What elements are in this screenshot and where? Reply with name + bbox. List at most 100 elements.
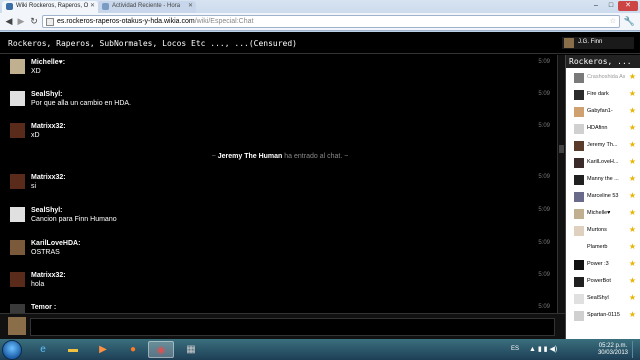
user-list-item[interactable]: Marceline 53 ★ bbox=[566, 190, 640, 207]
star-icon: ★ bbox=[628, 174, 636, 183]
star-icon: ★ bbox=[628, 140, 636, 149]
address-bar[interactable]: es.rockeros-raperos-otakus-y-hda.wikia.c… bbox=[42, 15, 620, 28]
user-name: Power :3 bbox=[587, 261, 609, 267]
user-list-item[interactable]: PowerBot ★ bbox=[566, 275, 640, 292]
tab-close-icon[interactable]: ✕ bbox=[90, 2, 95, 9]
scrollbar-thumb[interactable] bbox=[559, 145, 564, 153]
avatar[interactable] bbox=[10, 304, 25, 313]
user-name: Plamerb bbox=[587, 244, 608, 250]
user-name: Crashoshida Assasins bbox=[587, 74, 625, 80]
avatar bbox=[574, 107, 584, 117]
user-name: SealShyl bbox=[587, 295, 609, 301]
bookmark-star-icon[interactable]: ☆ bbox=[610, 16, 616, 28]
user-list-item[interactable]: Spartan-0115 ★ bbox=[566, 309, 640, 326]
message-user[interactable]: SealShyl: bbox=[31, 207, 63, 214]
star-icon: ★ bbox=[628, 242, 636, 251]
user-list-item[interactable]: Plamerb ★ bbox=[566, 241, 640, 258]
message-time: 5:09 bbox=[538, 240, 550, 246]
tab-wiki-chat[interactable]: Wiki Rockeros, Raperos, O ✕ bbox=[2, 1, 98, 13]
message-scrollbar[interactable] bbox=[557, 55, 565, 313]
avatar bbox=[8, 317, 26, 335]
show-desktop-button[interactable] bbox=[632, 341, 636, 358]
message-user[interactable]: KarilLoveHDA: bbox=[31, 240, 80, 247]
url-path: /wiki/Especial:Chat bbox=[194, 18, 254, 25]
user-list-item[interactable]: KarilLoveH... ★ bbox=[566, 156, 640, 173]
message-user[interactable]: Matrixx32: bbox=[31, 174, 66, 181]
message-list: Michelle♥: XD 5:09 SealShyl: Por que all… bbox=[0, 55, 560, 313]
reload-icon[interactable]: ↻ bbox=[28, 16, 40, 28]
wrench-icon[interactable]: 🔧 bbox=[624, 16, 635, 27]
message-user[interactable]: Temor : bbox=[31, 304, 56, 311]
current-user[interactable]: J.G. Finn bbox=[562, 37, 634, 49]
avatar[interactable] bbox=[10, 59, 25, 74]
user-list-item[interactable]: Michelle♥ ★ bbox=[566, 207, 640, 224]
alert-text: ha entrado al chat. ~ bbox=[282, 153, 349, 160]
star-icon: ★ bbox=[628, 276, 636, 285]
user-name: Manny the ... bbox=[587, 176, 619, 182]
star-icon: ★ bbox=[628, 89, 636, 98]
start-button[interactable] bbox=[2, 340, 22, 360]
user-list-item[interactable]: Manny the ... ★ bbox=[566, 173, 640, 190]
back-icon[interactable]: ◀ bbox=[3, 16, 15, 28]
message-time: 5:09 bbox=[538, 59, 550, 65]
tab-close-icon[interactable]: ✕ bbox=[188, 2, 193, 9]
language-indicator[interactable]: ES bbox=[511, 346, 519, 352]
avatar bbox=[574, 209, 584, 219]
message-user[interactable]: Matrixx32: bbox=[31, 272, 66, 279]
folder-icon[interactable]: ▬ bbox=[60, 341, 86, 358]
avatar bbox=[574, 226, 584, 236]
forward-icon[interactable]: ▶ bbox=[15, 16, 27, 28]
message-user[interactable]: Matrixx32: bbox=[31, 123, 66, 130]
message-text: hola bbox=[31, 281, 45, 288]
alert-user[interactable]: Jeremy The Human bbox=[218, 153, 283, 160]
avatar[interactable] bbox=[10, 174, 25, 189]
chat-header: Rockeros, Raperos, SubNormales, Locos Et… bbox=[0, 32, 640, 54]
avatar bbox=[574, 243, 584, 253]
message-text: XD bbox=[31, 68, 41, 75]
avatar[interactable] bbox=[10, 240, 25, 255]
message-text: Cancion para Finn Humano bbox=[31, 216, 117, 223]
user-list-item[interactable]: Murtons ★ bbox=[566, 224, 640, 241]
media-player-icon[interactable]: ▶ bbox=[90, 341, 116, 358]
clock-date: 30/03/2013 bbox=[597, 350, 628, 356]
tray-icons[interactable]: ▲ ▮ ▮ ◀) bbox=[529, 345, 557, 353]
clock[interactable]: 05:22 p.m. 30/03/2013 bbox=[598, 343, 628, 357]
message-text: Por que alla un cambio en HDA. bbox=[31, 100, 131, 107]
minimize-button[interactable]: – bbox=[588, 1, 604, 11]
user-list-item[interactable]: Crashoshida Assasins★ bbox=[566, 71, 640, 88]
calculator-icon[interactable]: ▦ bbox=[178, 341, 204, 358]
user-list-item[interactable]: Jeremy Th... ★ bbox=[566, 139, 640, 156]
avatar[interactable] bbox=[10, 272, 25, 287]
user-name: Spartan-0115 bbox=[587, 312, 620, 318]
wikia-favicon-icon bbox=[102, 3, 109, 10]
internet-explorer-icon[interactable]: e bbox=[30, 341, 56, 358]
avatar bbox=[564, 38, 574, 48]
avatar bbox=[574, 90, 584, 100]
firefox-icon[interactable]: ● bbox=[120, 341, 146, 358]
message-user[interactable]: SealShyl: bbox=[31, 91, 63, 98]
avatar bbox=[574, 124, 584, 134]
avatar[interactable] bbox=[10, 123, 25, 138]
message-time: 5:09 bbox=[538, 174, 550, 180]
star-icon: ★ bbox=[628, 123, 636, 132]
close-button[interactable]: ✕ bbox=[618, 1, 638, 11]
avatar[interactable] bbox=[10, 91, 25, 106]
user-name: Jeremy Th... bbox=[587, 142, 618, 148]
avatar[interactable] bbox=[10, 207, 25, 222]
maximize-button[interactable]: □ bbox=[604, 1, 618, 11]
chrome-icon[interactable]: ◉ bbox=[148, 341, 174, 358]
star-icon: ★ bbox=[628, 293, 636, 302]
user-list-item[interactable]: Power :3 ★ bbox=[566, 258, 640, 275]
user-list-item[interactable]: Fire dark ★ bbox=[566, 88, 640, 105]
message-input[interactable] bbox=[30, 318, 555, 336]
user-list-item[interactable]: HDAfinn ★ bbox=[566, 122, 640, 139]
clock-time: 05:22 p.m. bbox=[598, 343, 628, 349]
message-user[interactable]: Michelle♥: bbox=[31, 59, 65, 66]
user-list-item[interactable]: SealShyl ★ bbox=[566, 292, 640, 309]
avatar bbox=[574, 277, 584, 287]
message-time: 5:09 bbox=[538, 272, 550, 278]
user-name: Marceline 53 bbox=[587, 193, 619, 199]
user-list-item[interactable]: Gabyfan1- ★ bbox=[566, 105, 640, 122]
tab-recent-activity[interactable]: Actividad Reciente - Hora ✕ bbox=[98, 1, 196, 13]
user-name: Fire dark bbox=[587, 91, 609, 97]
